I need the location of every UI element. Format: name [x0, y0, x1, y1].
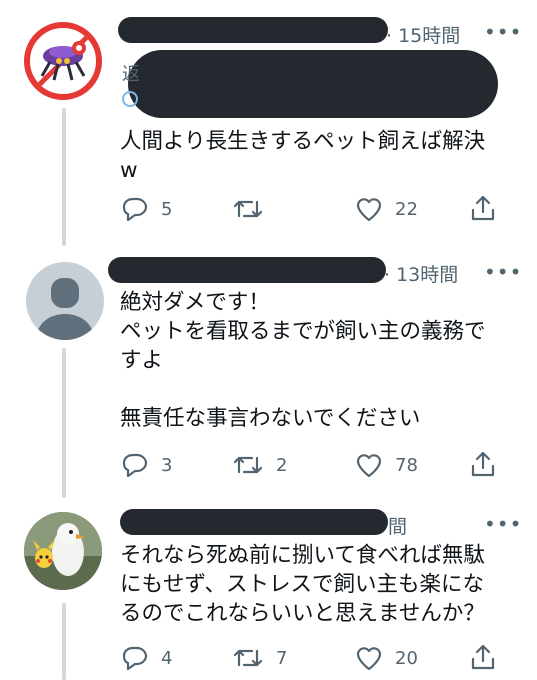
like-button[interactable]: 20	[355, 645, 418, 671]
like-icon	[356, 454, 382, 478]
like-count: 20	[395, 647, 418, 669]
like-icon	[356, 198, 382, 222]
like-button[interactable]: 22	[355, 196, 418, 222]
avatar[interactable]	[24, 512, 102, 590]
reply-icon	[122, 646, 148, 671]
reply-count: 3	[161, 454, 173, 476]
more-icon[interactable]: •••	[484, 512, 522, 536]
tweet-text: 絶対ダメです！ ペットを看取るまでが飼い主の義務で すよ 無責任な事言わないでく…	[120, 290, 486, 431]
retweet-button[interactable]: 2	[232, 452, 287, 478]
reply-count: 4	[161, 647, 173, 669]
share-icon	[471, 644, 495, 670]
retweet-count: 7	[276, 647, 288, 669]
reply-button[interactable]: 5	[121, 196, 172, 222]
share-button[interactable]	[470, 450, 496, 478]
avatar-image	[24, 512, 102, 590]
avatar-image	[36, 34, 90, 88]
tweet-text: それなら死ぬ前に捌いて食べれば無駄 にもせず、ストレスで飼い主も楽にな るのでこ…	[120, 543, 485, 626]
redacted-name	[118, 17, 388, 43]
like-button[interactable]: 78	[355, 452, 418, 478]
share-icon	[471, 451, 495, 477]
more-icon[interactable]: •••	[484, 20, 522, 44]
reply-button[interactable]: 4	[121, 645, 172, 671]
partial-text-fragment: 返	[122, 64, 140, 85]
like-count: 22	[395, 198, 418, 220]
retweet-button[interactable]: 7	[232, 645, 287, 671]
redacted-name	[108, 257, 386, 283]
tweet-time: · 15時間	[386, 25, 461, 47]
like-count: 78	[395, 454, 418, 476]
thread-line	[62, 108, 66, 246]
like-icon	[356, 647, 382, 671]
share-button[interactable]	[470, 643, 496, 671]
more-icon[interactable]: •••	[484, 260, 522, 284]
retweet-count: 2	[276, 454, 288, 476]
tweet-text: 人間より長生きするペット飼えば解決 w	[120, 129, 486, 183]
redacted-name	[120, 509, 388, 535]
avatar[interactable]	[24, 22, 102, 100]
thread-line	[62, 603, 66, 680]
verified-badge-icon	[122, 91, 138, 107]
retweet-icon	[233, 456, 263, 474]
retweet-button[interactable]	[232, 196, 276, 222]
retweet-icon	[233, 200, 263, 218]
share-icon	[471, 195, 495, 221]
reply-icon	[122, 453, 148, 478]
redacted-reply-target	[128, 50, 498, 118]
reply-count: 5	[161, 198, 173, 220]
retweet-icon	[233, 649, 263, 667]
reply-icon	[122, 197, 148, 222]
thread-line	[62, 348, 66, 498]
tweet-time: 間	[388, 516, 408, 538]
share-button[interactable]	[470, 194, 496, 222]
reply-button[interactable]: 3	[121, 452, 172, 478]
avatar[interactable]	[26, 262, 104, 340]
default-profile-icon	[36, 278, 94, 340]
tweet-time: · 13時間	[384, 264, 459, 286]
